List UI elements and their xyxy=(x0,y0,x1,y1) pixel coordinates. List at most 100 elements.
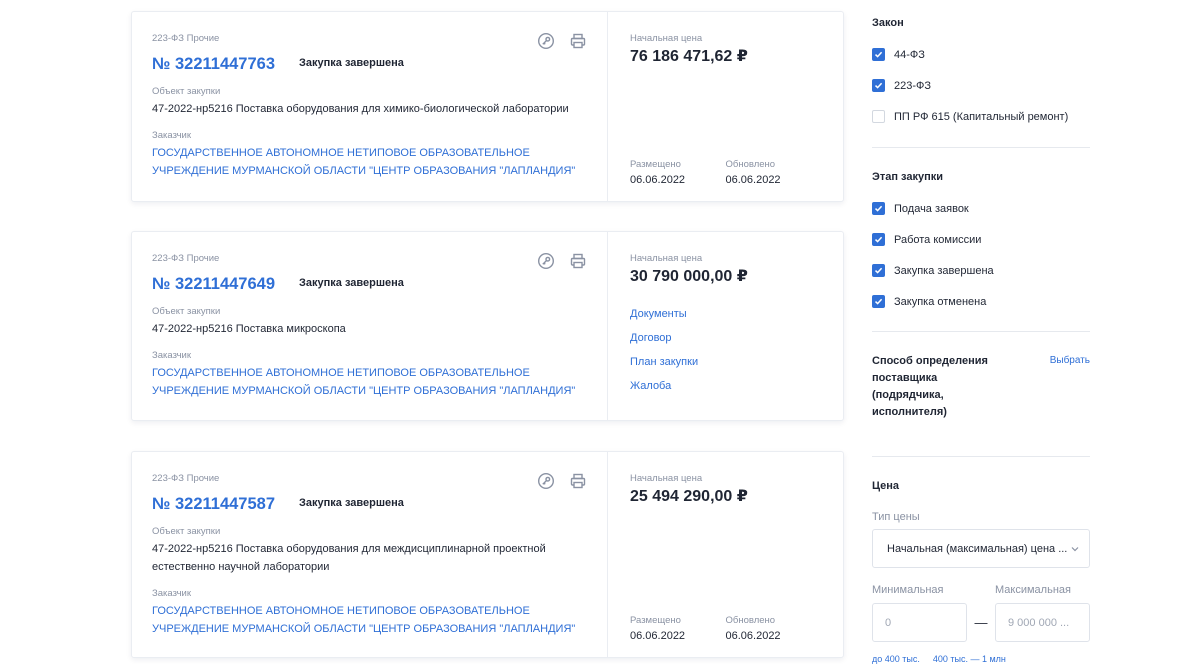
law-option-label: 223-ФЗ xyxy=(894,79,932,92)
print-icon[interactable] xyxy=(569,252,587,270)
price-label: Начальная цена xyxy=(630,33,703,44)
card-actions xyxy=(537,472,587,490)
customer-link[interactable]: ГОСУДАРСТВЕННОЕ АВТОНОМНОЕ НЕТИПОВОЕ ОБР… xyxy=(152,364,587,400)
divider xyxy=(872,147,1090,148)
card-side: Начальная цена 76 186 471,62 ₽ Размещено… xyxy=(607,12,843,201)
stage-option-label: Подача заявок xyxy=(894,202,969,215)
object-label: Объект закупки xyxy=(152,526,221,537)
max-price-input[interactable] xyxy=(995,603,1090,642)
customer-link[interactable]: ГОСУДАРСТВЕННОЕ АВТОНОМНОЕ НЕТИПОВОЕ ОБР… xyxy=(152,144,587,180)
stage-option-completed[interactable]: Закупка завершена xyxy=(872,255,1090,286)
method-filter: Способ определения поставщика (подрядчик… xyxy=(872,353,1090,421)
stage-option-cancelled[interactable]: Закупка отменена xyxy=(872,286,1090,317)
card-dates: Размещено 06.06.2022 Обновлено 06.06.202… xyxy=(630,159,821,186)
customer-label: Заказчик xyxy=(152,588,192,599)
stage-option-applications[interactable]: Подача заявок xyxy=(872,193,1090,224)
status-badge: Закупка завершена xyxy=(299,496,404,509)
purchase-card: 223-ФЗ Прочие № 32211447587 Закупка заве… xyxy=(131,451,844,658)
checkbox-unchecked-icon[interactable] xyxy=(872,110,885,123)
quick-range-400k-1m[interactable]: 400 тыс. — 1 млн xyxy=(933,654,1006,664)
updated-date: 06.06.2022 xyxy=(725,630,781,642)
purchase-plan-link[interactable]: План закупки xyxy=(630,355,821,379)
card-actions xyxy=(537,32,587,50)
complaint-link[interactable]: Жалоба xyxy=(630,379,821,403)
stage-filter-options: Подача заявок Работа комиссии Закупка за… xyxy=(872,193,1090,317)
card-dates: Размещено 06.06.2022 Обновлено 06.06.202… xyxy=(630,615,821,642)
stage-option-commission[interactable]: Работа комиссии xyxy=(872,224,1090,255)
posted-date: 06.06.2022 xyxy=(630,174,686,186)
law-option-44fz[interactable]: 44-ФЗ xyxy=(872,39,1090,70)
updated-label: Обновлено xyxy=(725,159,776,170)
law-type: 223-ФЗ Прочие xyxy=(152,473,220,484)
card-main: 223-ФЗ Прочие № 32211447587 Закупка заве… xyxy=(132,452,607,657)
purchase-number-link[interactable]: № 32211447649 xyxy=(152,275,275,294)
key-icon[interactable] xyxy=(537,252,555,270)
divider xyxy=(872,456,1090,457)
law-option-label: ПП РФ 615 (Капитальный ремонт) xyxy=(894,110,1069,123)
print-icon[interactable] xyxy=(569,472,587,490)
purchase-number-link[interactable]: № 32211447587 xyxy=(152,495,275,514)
documents-link[interactable]: Документы xyxy=(630,307,821,331)
key-icon[interactable] xyxy=(537,32,555,50)
purchase-number-link[interactable]: № 32211447763 xyxy=(152,55,275,74)
card-main: 223-ФЗ Прочие № 32211447649 Закупка заве… xyxy=(132,232,607,420)
checkbox-checked-icon[interactable] xyxy=(872,233,885,246)
updated-label: Обновлено xyxy=(725,615,776,626)
object-label: Объект закупки xyxy=(152,306,221,317)
chevron-down-icon xyxy=(1071,546,1079,551)
purchase-card: 223-ФЗ Прочие № 32211447649 Закупка заве… xyxy=(131,231,844,421)
stage-filter-title: Этап закупки xyxy=(872,171,944,183)
object-label: Объект закупки xyxy=(152,86,221,97)
range-dash: — xyxy=(974,615,988,630)
start-price: 25 494 290,00 ₽ xyxy=(630,488,748,505)
price-type-label: Тип цены xyxy=(872,511,920,523)
choose-method-link[interactable]: Выбрать xyxy=(1050,355,1090,366)
posted-label: Размещено xyxy=(630,615,681,626)
law-option-pp615[interactable]: ПП РФ 615 (Капитальный ремонт) xyxy=(872,101,1090,132)
law-filter-title: Закон xyxy=(872,17,904,29)
status-badge: Закупка завершена xyxy=(299,56,404,69)
key-icon[interactable] xyxy=(537,472,555,490)
price-type-select[interactable]: Начальная (максимальная) цена ... xyxy=(872,529,1090,568)
updated-date: 06.06.2022 xyxy=(725,174,781,186)
stage-option-label: Работа комиссии xyxy=(894,233,982,246)
print-icon[interactable] xyxy=(569,32,587,50)
price-type-value: Начальная (максимальная) цена ... xyxy=(887,542,1068,555)
checkbox-checked-icon[interactable] xyxy=(872,202,885,215)
card-side: Начальная цена 25 494 290,00 ₽ Размещено… xyxy=(607,452,843,657)
posted-date: 06.06.2022 xyxy=(630,630,686,642)
checkbox-checked-icon[interactable] xyxy=(872,48,885,61)
customer-label: Заказчик xyxy=(152,350,192,361)
law-option-223fz[interactable]: 223-ФЗ xyxy=(872,70,1090,101)
card-side: Начальная цена 30 790 000,00 ₽ Документы… xyxy=(607,232,843,420)
min-price-label: Минимальная xyxy=(872,584,944,596)
quick-range-under-400k[interactable]: до 400 тыс. xyxy=(872,654,920,664)
start-price: 76 186 471,62 ₽ xyxy=(630,48,748,65)
price-label: Начальная цена xyxy=(630,253,703,264)
min-price-input[interactable] xyxy=(872,603,967,642)
price-label: Начальная цена xyxy=(630,473,703,484)
checkbox-checked-icon[interactable] xyxy=(872,264,885,277)
contract-link[interactable]: Договор xyxy=(630,331,821,355)
card-actions xyxy=(537,252,587,270)
purchase-object: 47-2022-нр5216 Поставка оборудования для… xyxy=(152,543,546,573)
checkbox-checked-icon[interactable] xyxy=(872,295,885,308)
price-range: — xyxy=(872,603,1090,642)
max-price-label: Максимальная xyxy=(995,584,1071,596)
stage-option-label: Закупка завершена xyxy=(894,264,994,277)
checkbox-checked-icon[interactable] xyxy=(872,79,885,92)
law-option-label: 44-ФЗ xyxy=(894,48,925,61)
customer-label: Заказчик xyxy=(152,130,192,141)
law-type: 223-ФЗ Прочие xyxy=(152,253,220,264)
divider xyxy=(872,331,1090,332)
quick-price-ranges: до 400 тыс. 400 тыс. — 1 млн xyxy=(872,654,1019,664)
card-links: Документы Договор План закупки Жалоба xyxy=(630,307,821,403)
stage-option-label: Закупка отменена xyxy=(894,295,987,308)
method-filter-title: Способ определения поставщика (подрядчик… xyxy=(872,355,988,418)
status-badge: Закупка завершена xyxy=(299,276,404,289)
price-filter-title: Цена xyxy=(872,480,900,492)
posted-label: Размещено xyxy=(630,159,681,170)
purchase-object: 47-2022-нр5216 Поставка микроскопа xyxy=(152,323,346,335)
purchase-card: 223-ФЗ Прочие № 32211447763 Закупка заве… xyxy=(131,11,844,202)
customer-link[interactable]: ГОСУДАРСТВЕННОЕ АВТОНОМНОЕ НЕТИПОВОЕ ОБР… xyxy=(152,602,587,638)
